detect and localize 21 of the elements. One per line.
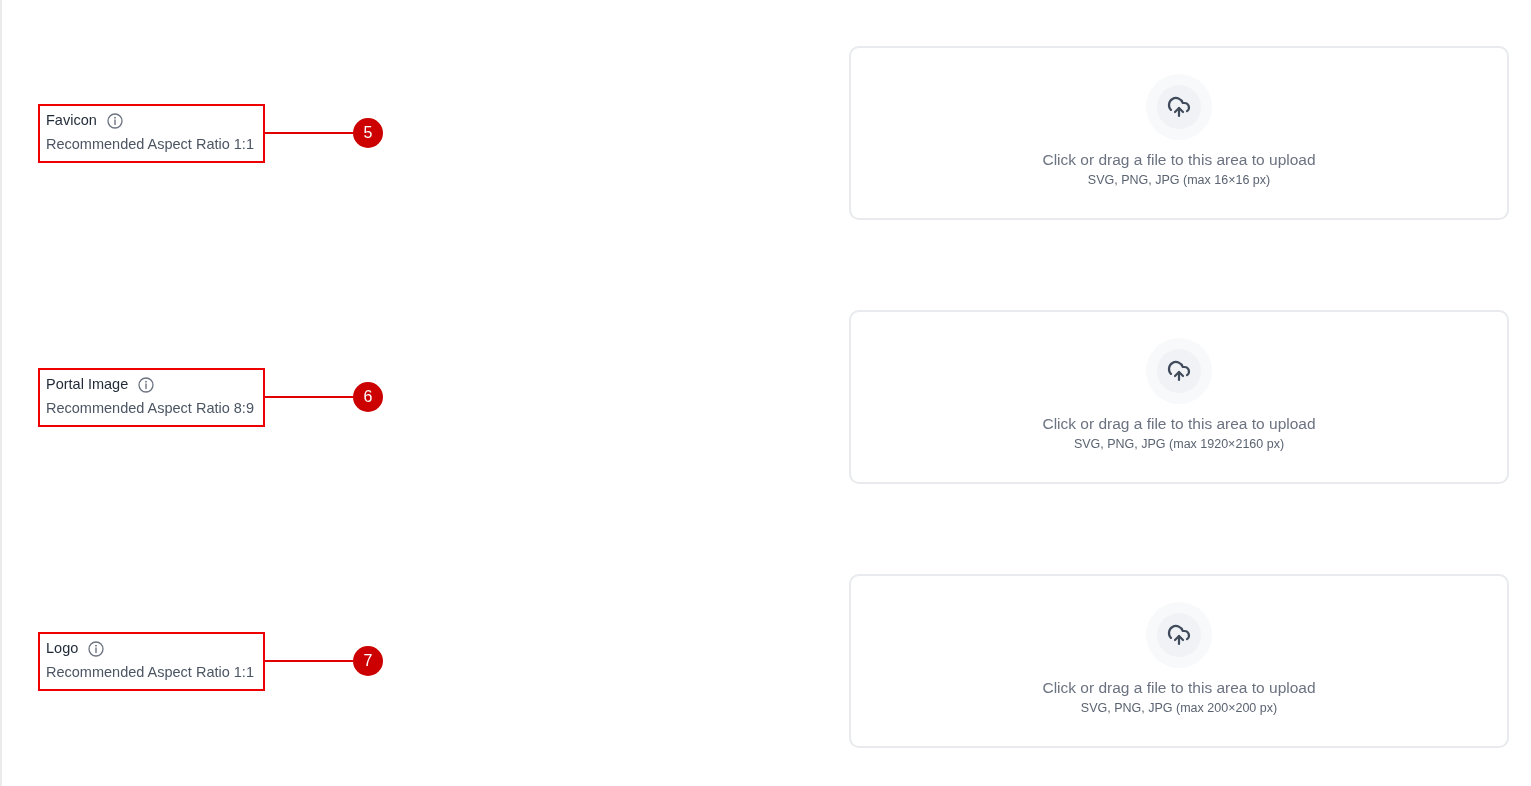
upload-prompt: Click or drag a file to this area to upload <box>1042 414 1316 434</box>
upload-formats: SVG, PNG, JPG (max 16×16 px) <box>1087 172 1271 189</box>
callout-number: 6 <box>352 382 383 412</box>
upload-formats: SVG, PNG, JPG (max 1920×2160 px) <box>1073 436 1285 453</box>
field-label: Favicon <box>46 111 97 131</box>
field-hint: Recommended Aspect Ratio 1:1 <box>46 662 254 682</box>
field-label: Portal Image <box>46 375 129 395</box>
field-label: Logo <box>46 639 79 659</box>
field-hint: Recommended Aspect Ratio 1:1 <box>46 134 254 154</box>
upload-dropzone[interactable]: Click or drag a file to this area to upload SVG, PNG, JPG (max 200×200 px) <box>849 574 1509 748</box>
info-icon <box>106 113 123 129</box>
field-hint: Recommended Aspect Ratio 8:9 <box>46 398 254 418</box>
upload-dropzone[interactable]: Click or drag a file to this area to upload SVG, PNG, JPG (max 1920×2160 px) <box>849 310 1509 484</box>
upload-formats: SVG, PNG, JPG (max 200×200 px) <box>1080 700 1278 717</box>
info-icon <box>88 641 105 657</box>
upload-prompt: Click or drag a file to this area to upload <box>1042 678 1316 698</box>
upload-prompt: Click or drag a file to this area to upload <box>1042 150 1316 170</box>
callout-number: 7 <box>352 646 383 676</box>
info-icon <box>138 377 155 393</box>
callout-number: 5 <box>352 118 383 148</box>
upload-dropzone[interactable]: Click or drag a file to this area to upload SVG, PNG, JPG (max 16×16 px) <box>849 46 1509 220</box>
